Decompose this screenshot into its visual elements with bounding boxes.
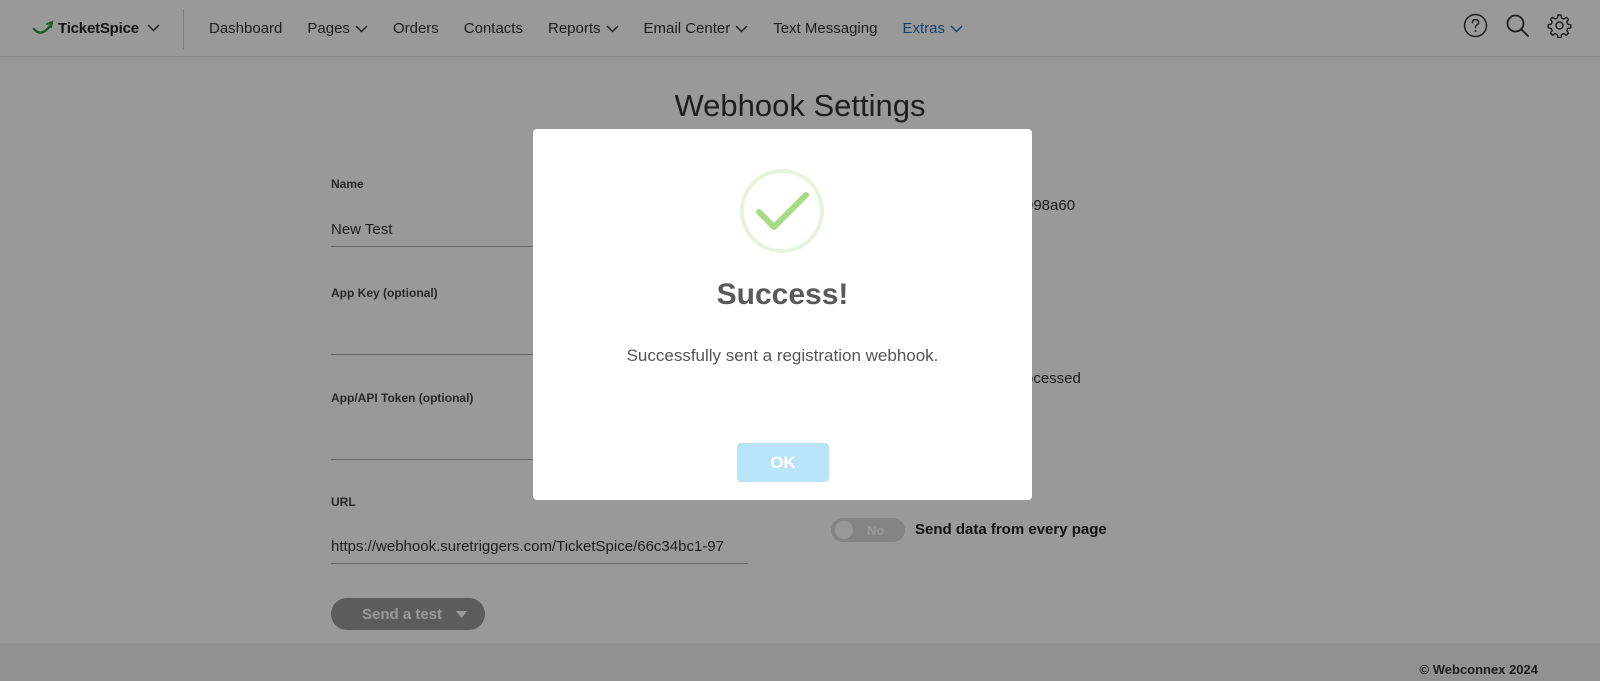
success-check-icon bbox=[740, 169, 824, 253]
dialog-message: Successfully sent a registration webhook… bbox=[626, 346, 939, 365]
ok-button[interactable]: OK bbox=[737, 443, 829, 482]
success-dialog: Success! Successfully sent a registratio… bbox=[533, 129, 1032, 500]
dialog-title: Success! bbox=[716, 278, 849, 311]
